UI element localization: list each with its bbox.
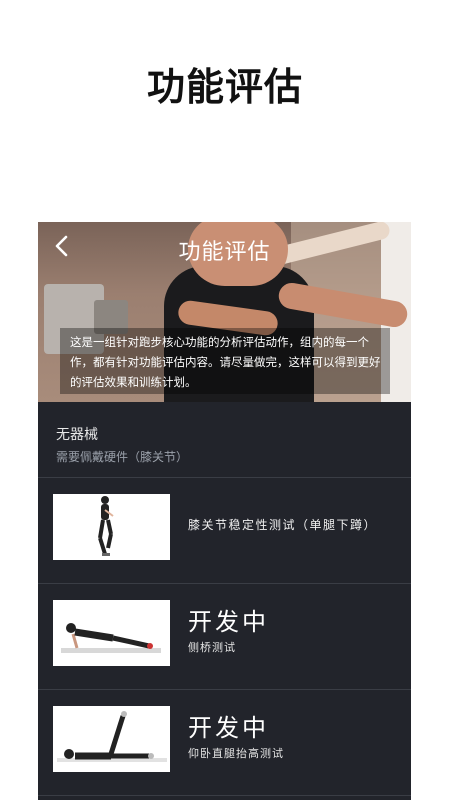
exercise-thumbnail <box>53 600 170 666</box>
single-leg-squat-illustration <box>98 496 114 556</box>
test-item-straight-leg-raise[interactable]: 开发中 仰卧直腿抬高测试 <box>38 690 411 796</box>
exercise-thumbnail <box>53 706 170 772</box>
status-label: 开发中 <box>188 608 269 636</box>
side-plank-illustration <box>61 623 161 653</box>
app-screen: 功能评估 这是一组针对跑步核心功能的分析评估动作，组内的每一个作，都有针对功能评… <box>38 222 411 800</box>
test-title: 膝关节稳定性测试（单腿下蹲） <box>188 518 378 532</box>
hero-banner: 功能评估 这是一组针对跑步核心功能的分析评估动作，组内的每一个作，都有针对功能评… <box>38 222 411 402</box>
section-subtitle: 需要佩戴硬件（膝关节） <box>56 450 189 464</box>
leg-raise-illustration <box>57 711 167 762</box>
promo-title: 功能评估 <box>146 65 303 109</box>
section-name: 无器械 <box>56 427 98 443</box>
test-item-side-plank[interactable]: 开发中 侧桥测试 <box>38 584 411 690</box>
test-title: 仰卧直腿抬高测试 <box>188 747 284 760</box>
exercise-thumbnail <box>53 494 170 560</box>
equipment-section-header: 无器械 需要佩戴硬件（膝关节） <box>38 402 411 478</box>
test-title: 侧桥测试 <box>188 641 236 654</box>
test-item-knee-stability[interactable]: 膝关节稳定性测试（单腿下蹲） <box>38 478 411 584</box>
intro-text: 这是一组针对跑步核心功能的分析评估动作，组内的每一个作，都有针对功能评估内容。请… <box>60 328 390 394</box>
page-title: 功能评估 <box>178 240 271 265</box>
status-label: 开发中 <box>188 714 269 742</box>
